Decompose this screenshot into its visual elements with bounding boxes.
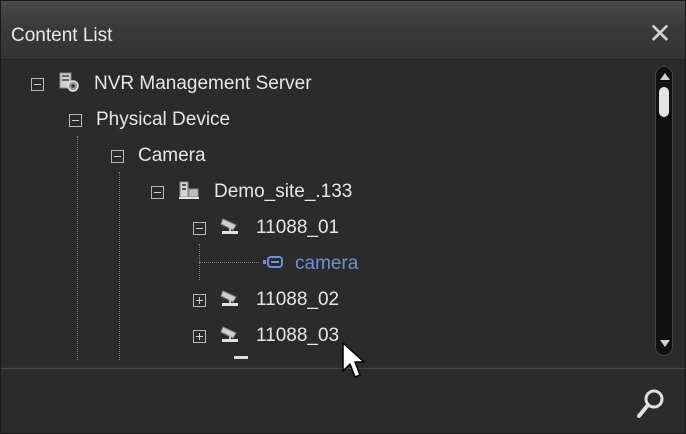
tree-node-label: camera <box>295 253 359 274</box>
tree-node-label: NVR Management Server <box>94 73 312 94</box>
content-list-panel: Content List ✕ NVR Management Server Phy… <box>0 0 686 434</box>
tree-node-device[interactable]: 11088_03 <box>193 320 339 352</box>
tree-node-demo-site[interactable]: Demo_site_.133 <box>151 176 352 208</box>
collapse-toggle-icon[interactable] <box>69 113 82 127</box>
server-gear-icon <box>58 71 80 98</box>
collapse-toggle-icon[interactable] <box>151 185 164 199</box>
expand-toggle-icon[interactable] <box>193 329 206 343</box>
content-tree: NVR Management Server Physical Device Ca… <box>1 60 685 367</box>
tree-guide-line <box>199 262 259 263</box>
cctv-camera-icon <box>220 215 242 242</box>
tree-scrollbar[interactable] <box>655 66 673 356</box>
search-icon[interactable] <box>635 387 667 421</box>
collapse-toggle-icon[interactable] <box>193 221 206 235</box>
tree-node-label: Demo_site_.133 <box>214 181 353 202</box>
tree-node-device[interactable]: 11088_02 <box>193 284 339 316</box>
collapse-toggle-icon[interactable] <box>111 149 124 163</box>
partial-tree-node-icon <box>234 356 248 359</box>
tree-node-device[interactable]: 11088_01 <box>193 212 339 244</box>
tree-node-physical-device[interactable]: Physical Device <box>69 104 230 136</box>
close-icon[interactable]: ✕ <box>645 19 675 49</box>
panel-title: Content List <box>11 25 113 46</box>
nvr-building-icon <box>178 179 200 206</box>
tree-node-label: 11088_02 <box>256 289 340 310</box>
tree-node-nvr-management-server[interactable]: NVR Management Server <box>31 68 312 100</box>
tree-node-label: Physical Device <box>96 109 231 130</box>
cctv-camera-icon <box>220 287 242 314</box>
tree-node-label: 11088_01 <box>256 217 340 238</box>
mouse-pointer-icon <box>341 341 367 381</box>
collapse-toggle-icon[interactable] <box>31 77 44 91</box>
tree-node-label: 11088_03 <box>256 325 340 346</box>
panel-titlebar: Content List ✕ <box>1 1 685 60</box>
camera-channel-icon <box>263 254 285 275</box>
tree-guide-line <box>119 172 120 360</box>
expand-toggle-icon[interactable] <box>193 293 206 307</box>
tree-node-label: Camera <box>138 145 206 166</box>
scroll-down-icon[interactable] <box>660 340 670 347</box>
scroll-up-icon[interactable] <box>660 73 670 80</box>
scroll-thumb[interactable] <box>659 87 669 117</box>
tree-node-channel-camera[interactable]: camera <box>263 248 358 280</box>
tree-node-camera-group[interactable]: Camera <box>111 140 206 172</box>
tree-guide-line <box>77 136 78 360</box>
cctv-camera-icon <box>220 323 242 350</box>
